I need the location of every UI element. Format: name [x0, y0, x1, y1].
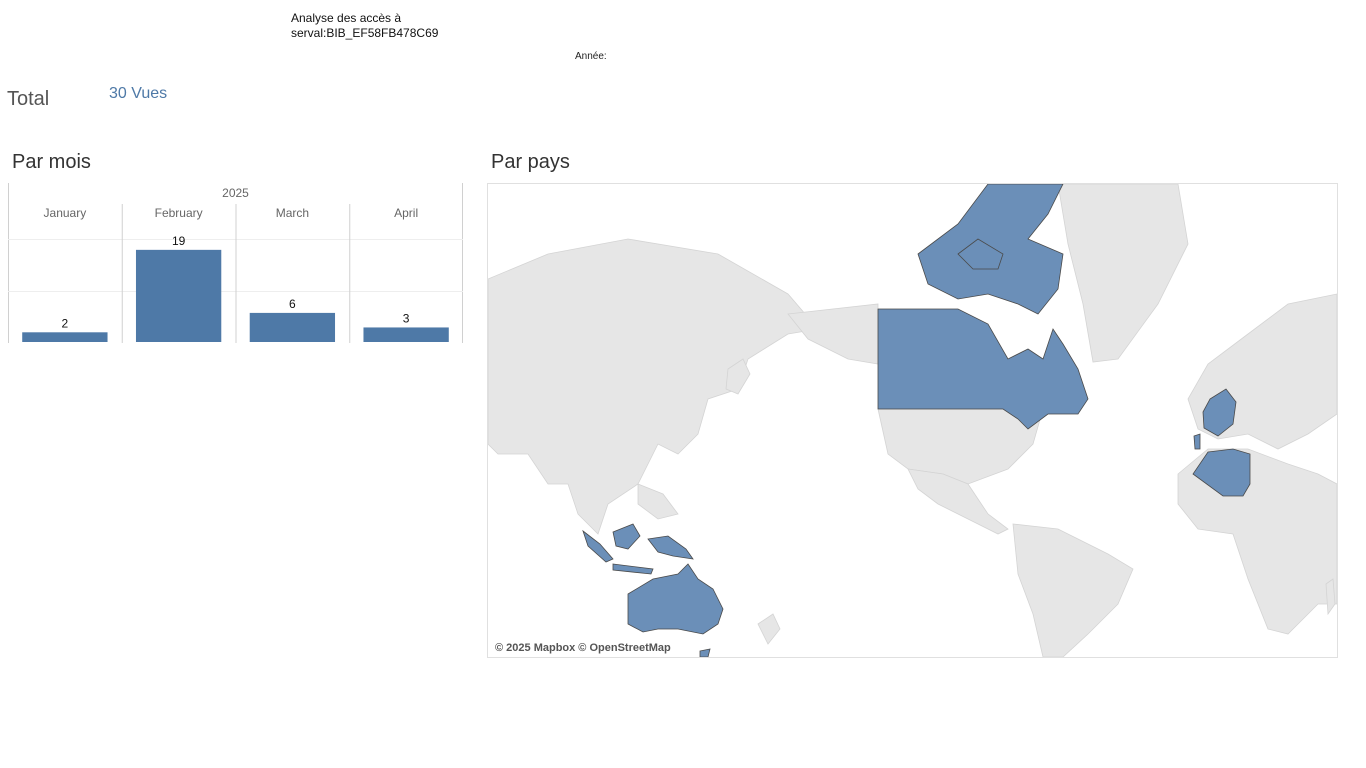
land-south-america — [1012, 523, 1134, 657]
by-country-title: Par pays — [491, 151, 570, 173]
chart-bar — [363, 327, 449, 342]
chart-month-label: March — [276, 206, 309, 220]
chart-data-label: 6 — [289, 297, 296, 311]
map-attribution: © 2025 Mapbox © OpenStreetMap — [495, 642, 671, 654]
country-australia — [627, 563, 724, 635]
chart-month-label: February — [155, 206, 203, 220]
country-map[interactable] — [487, 183, 1338, 658]
total-label: Total — [7, 88, 50, 110]
country-australia-tasmania — [699, 648, 711, 657]
chart-bar — [135, 249, 222, 342]
land-alaska — [787, 303, 879, 365]
chart-year-header: 2025 — [222, 186, 249, 200]
country-indonesia-sumatra — [582, 529, 614, 563]
total-views-value: 30 Vues — [109, 85, 168, 102]
chart-data-label: 3 — [403, 311, 410, 325]
chart-data-label: 19 — [172, 234, 186, 248]
chart-bar — [22, 332, 108, 342]
country-portugal — [1193, 433, 1201, 450]
land-sea-islands — [637, 483, 679, 520]
country-indonesia-east — [647, 535, 694, 560]
chart-bar — [249, 312, 336, 342]
dashboard-title: Analyse des accès à serval:BIB_EF58FB478… — [291, 11, 439, 40]
land-greenland — [1057, 184, 1189, 363]
land-nz — [757, 613, 781, 645]
monthly-bar-chart: 2025 January 2 February 19 March 6 April 3 — [8, 183, 463, 343]
chart-data-label: 2 — [62, 316, 69, 330]
land-madagascar — [1325, 578, 1336, 616]
land-usa — [877, 408, 1044, 485]
year-filter-label[interactable]: Année: — [575, 51, 607, 62]
country-indonesia-borneo — [612, 523, 641, 550]
country-indonesia-java — [612, 563, 654, 575]
chart-month-label: January — [44, 206, 87, 220]
by-month-title: Par mois — [12, 151, 91, 173]
chart-month-label: April — [394, 206, 418, 220]
